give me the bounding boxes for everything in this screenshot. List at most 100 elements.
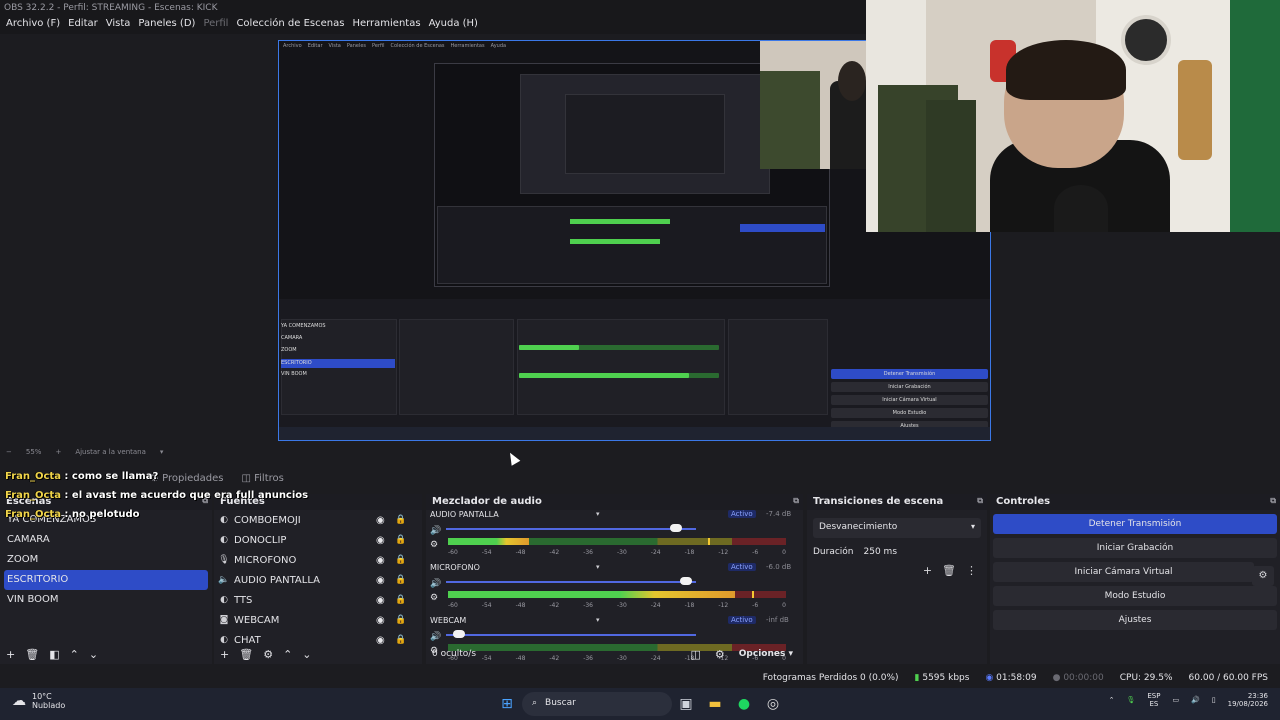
filters-icon[interactable]: ◧	[49, 648, 59, 661]
scene-item[interactable]: ZOOM	[0, 550, 212, 570]
studio-mode-button[interactable]: Modo Estudio	[993, 586, 1277, 606]
options-button[interactable]: Opciones ▾	[739, 649, 793, 659]
menu-coleccion-escenas[interactable]: Colección de Escenas	[232, 16, 348, 34]
undock-icon[interactable]: ⧉	[1270, 496, 1276, 506]
lock-icon[interactable]: 🔒	[395, 575, 406, 585]
weather-widget[interactable]: ☁ 10°C Nublado	[12, 692, 65, 710]
advanced-audio-icon[interactable]: ⚙	[715, 648, 725, 661]
scene-item[interactable]: CAMARA	[0, 530, 212, 550]
volume-icon[interactable]: 🔊	[430, 526, 441, 536]
search-box[interactable]: ⌕ Buscar	[522, 692, 672, 716]
lock-icon[interactable]: 🔒	[395, 615, 406, 625]
remove-source-icon[interactable]: 🗑	[239, 648, 253, 661]
settings-button[interactable]: Ajustes	[993, 610, 1277, 630]
source-item[interactable]: ◐ TTS ◉ 🔒	[214, 590, 422, 610]
network-icon[interactable]: ▭	[1172, 696, 1179, 704]
menu-herramientas[interactable]: Herramientas	[348, 16, 424, 34]
chevron-down-icon[interactable]: ▾	[160, 448, 164, 460]
move-down-icon[interactable]: ⌄	[89, 648, 98, 661]
volume-slider-handle[interactable]	[680, 577, 692, 585]
fit-window-button[interactable]: Ajustar a la ventana	[75, 448, 146, 460]
language-indicator[interactable]: ESP ES	[1147, 692, 1160, 708]
chevron-down-icon[interactable]: ▾	[596, 563, 600, 571]
gear-icon[interactable]: ⚙	[430, 540, 438, 550]
source-label: DONOCLIP	[234, 534, 287, 546]
clock[interactable]: 23:36 19/08/2026	[1228, 692, 1268, 708]
battery-icon[interactable]: ▯	[1212, 696, 1216, 704]
eye-icon[interactable]: ◉	[376, 575, 385, 586]
source-item[interactable]: ◙ WEBCAM ◉ 🔒	[214, 610, 422, 630]
cloud-icon: ☁	[12, 693, 26, 709]
move-up-icon[interactable]: ⌃	[283, 648, 292, 661]
lock-icon[interactable]: 🔒	[395, 555, 406, 565]
lock-icon[interactable]: 🔒	[395, 595, 406, 605]
eye-icon[interactable]: ◉	[376, 615, 385, 626]
volume-icon[interactable]: 🔊	[1191, 696, 1200, 704]
meter-tick-label: -12	[718, 549, 729, 556]
move-up-icon[interactable]: ⌃	[70, 648, 79, 661]
tab-properties[interactable]: ⚙ Propiedades	[150, 473, 223, 484]
menu-perfil[interactable]: Perfil	[199, 16, 232, 34]
lock-icon[interactable]: 🔒	[395, 515, 406, 525]
source-item[interactable]: 🔈 AUDIO PANTALLA ◉ 🔒	[214, 570, 422, 590]
scene-item[interactable]: VIN BOOM	[0, 590, 212, 610]
more-icon[interactable]: ⋮	[966, 564, 977, 577]
undock-icon[interactable]: ⧉	[977, 496, 983, 506]
transition-select[interactable]: Desvanecimiento ▾	[813, 518, 981, 538]
remove-scene-icon[interactable]: 🗑	[25, 648, 39, 661]
tray-expand-icon[interactable]: ⌃	[1109, 696, 1115, 704]
chevron-down-icon[interactable]: ▾	[596, 616, 600, 624]
source-item[interactable]: ◐ COMBOEMOJI ◉ 🔒	[214, 510, 422, 530]
lock-icon[interactable]: 🔒	[395, 535, 406, 545]
remove-transition-icon[interactable]: 🗑	[942, 564, 956, 577]
stop-streaming-button[interactable]: Detener Transmisión	[993, 514, 1277, 534]
volume-slider[interactable]	[446, 528, 696, 530]
start-recording-button[interactable]: Iniciar Grabación	[993, 538, 1277, 558]
task-view-icon[interactable]: ▣	[676, 694, 696, 714]
add-source-icon[interactable]: +	[220, 648, 229, 661]
chevron-down-icon[interactable]: ▾	[596, 510, 600, 518]
eye-icon[interactable]: ◉	[376, 595, 385, 606]
duration-input[interactable]: 250 ms	[864, 547, 898, 557]
add-transition-icon[interactable]: +	[923, 564, 932, 577]
chat-line: Fran_Octa : como se llama?	[5, 471, 159, 482]
eye-icon[interactable]: ◉	[376, 535, 385, 546]
undock-icon[interactable]: ⧉	[793, 496, 799, 506]
zoom-out-button[interactable]: −	[6, 448, 12, 460]
eye-icon[interactable]: ◉	[376, 515, 385, 526]
file-explorer-icon[interactable]: ▬	[705, 694, 725, 714]
menu-archivo[interactable]: Archivo (F)	[2, 16, 64, 34]
scene-item-selected[interactable]: ESCRITORIO	[4, 570, 208, 590]
start-virtual-camera-button[interactable]: Iniciar Cámara Virtual	[993, 562, 1254, 582]
volume-slider[interactable]	[446, 634, 696, 636]
menu-paneles[interactable]: Paneles (D)	[134, 16, 199, 34]
tab-filters[interactable]: ◫ Filtros	[241, 473, 283, 484]
volume-slider-handle[interactable]	[452, 630, 465, 638]
obs-icon[interactable]: ◎	[763, 694, 783, 714]
audio-mixer-dock: Mezclador de audio ⧉ AUDIO PANTALLA ▾ Activ…	[426, 494, 803, 664]
virtual-camera-settings-icon[interactable]: ⚙	[1252, 566, 1274, 586]
volume-slider-handle[interactable]	[670, 524, 682, 532]
source-item[interactable]: ◐ DONOCLIP ◉ 🔒	[214, 530, 422, 550]
gear-icon[interactable]: ⚙	[263, 648, 273, 661]
layout-icon[interactable]: ◫	[690, 648, 700, 661]
meter-peak	[752, 591, 755, 598]
volume-slider[interactable]	[446, 581, 696, 583]
mixer-channel: AUDIO PANTALLA ▾ Activo -7.4 dB 🔊 ⚙ -60 -54 -48-…	[426, 510, 803, 563]
menu-vista[interactable]: Vista	[102, 16, 135, 34]
meter-tick-label: -36	[583, 549, 593, 556]
windows-start-icon[interactable]: ⊞	[497, 694, 517, 714]
menu-editar[interactable]: Editar	[64, 16, 102, 34]
mic-icon[interactable]: 🎙	[1126, 696, 1135, 704]
menu-ayuda[interactable]: Ayuda (H)	[425, 16, 482, 34]
zoom-in-button[interactable]: +	[55, 448, 61, 460]
mixer-icons: 🔊 ⚙	[430, 524, 441, 552]
source-item[interactable]: 🎙 MICROFONO ◉ 🔒	[214, 550, 422, 570]
spotify-icon[interactable]: ●	[734, 694, 754, 714]
volume-icon[interactable]: 🔊	[430, 579, 441, 589]
eye-icon[interactable]: ◉	[376, 555, 385, 566]
volume-icon[interactable]: 🔊	[430, 632, 441, 642]
gear-icon[interactable]: ⚙	[430, 593, 438, 603]
add-scene-icon[interactable]: +	[6, 648, 15, 661]
move-down-icon[interactable]: ⌄	[302, 648, 311, 661]
